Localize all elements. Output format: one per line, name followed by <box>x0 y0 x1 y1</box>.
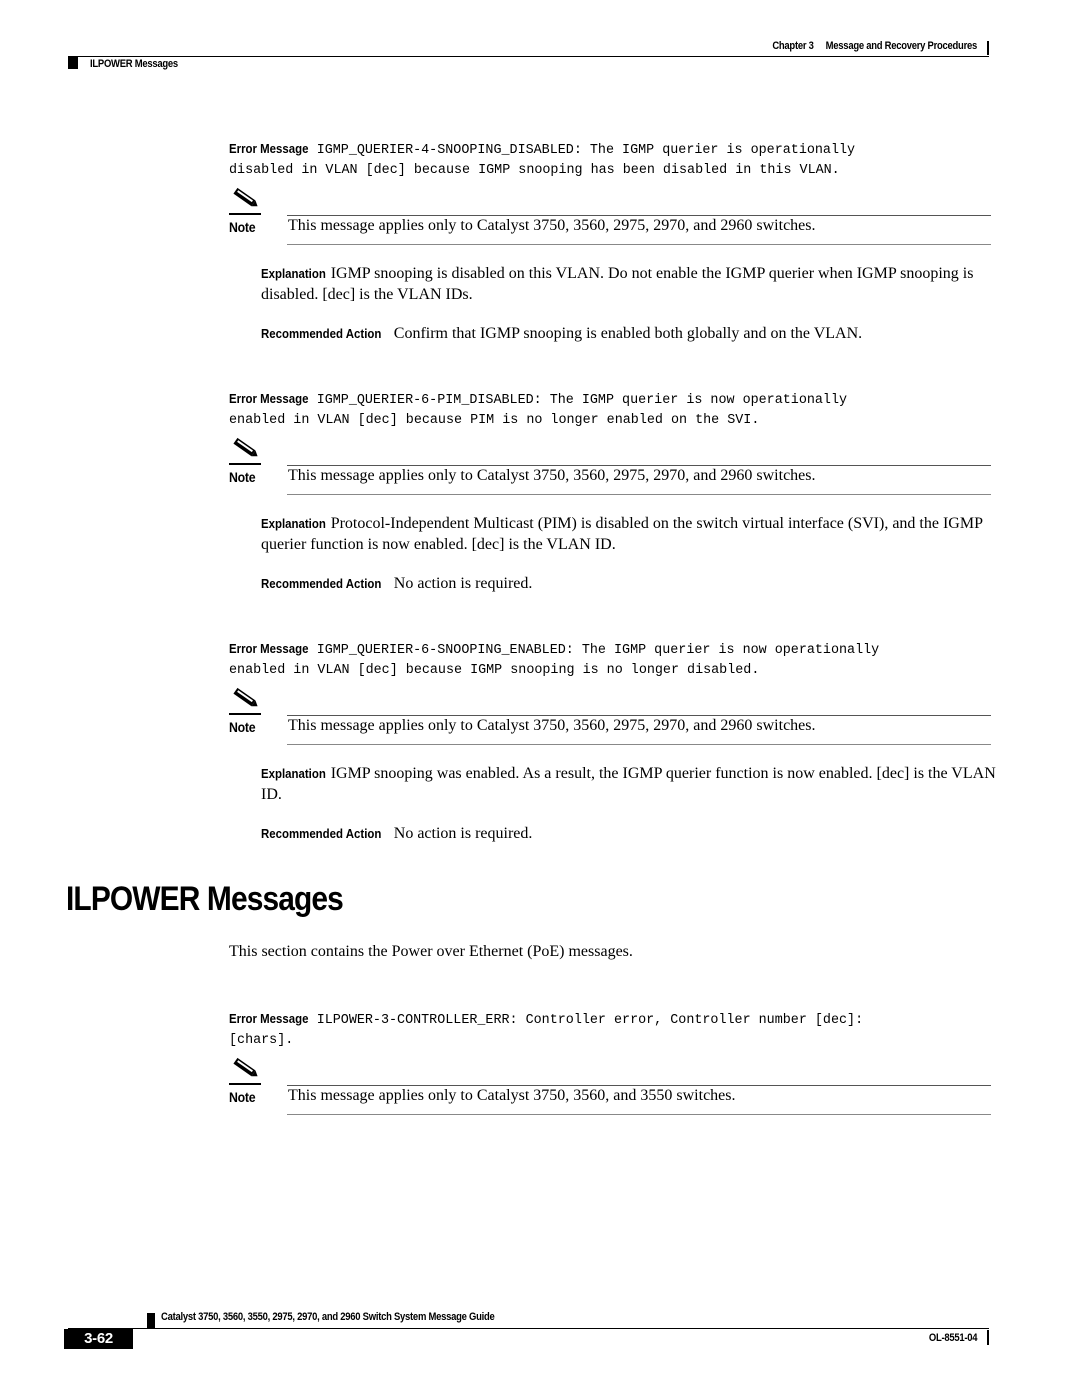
error-message-code: IGMP_QUERIER-6-SNOOPING_ENABLED: The IGM… <box>316 643 880 658</box>
note-rule-top <box>287 215 991 216</box>
note-rule-bottom <box>287 494 991 495</box>
running-header-section: ILPOWER Messages <box>90 58 178 70</box>
error-message-label: Error Message <box>229 141 309 156</box>
note-rule-bottom <box>287 1114 991 1115</box>
page-number: 3-62 <box>64 1329 133 1349</box>
error-message-code-cont: disabled in VLAN [dec] because IGMP snoo… <box>229 163 840 178</box>
footer-guide-title: Catalyst 3750, 3560, 3550, 2975, 2970, a… <box>161 1311 495 1323</box>
error-message-block: Error Message IGMP_QUERIER-6-SNOOPING_EN… <box>229 639 999 681</box>
recommended-action-text: Confirm that IGMP snooping is enabled bo… <box>393 325 863 342</box>
error-message-label: Error Message <box>229 391 309 406</box>
pencil-note-icon <box>229 187 261 215</box>
error-message-code-cont: [chars]. <box>229 1033 294 1048</box>
note-block: Note This message applies only to Cataly… <box>229 186 991 246</box>
recommended-action-label: Recommended Action <box>261 826 382 841</box>
note-rule-bottom <box>287 244 991 245</box>
footer-marker <box>147 1313 155 1328</box>
note-block: Note This message applies only to Cataly… <box>229 1056 991 1116</box>
error-message-label: Error Message <box>229 1011 309 1026</box>
explanation-block: Explanation IGMP snooping is disabled on… <box>261 263 996 305</box>
error-message-block: Error Message IGMP_QUERIER-6-PIM_DISABLE… <box>229 389 999 431</box>
note-label: Note <box>229 469 256 485</box>
section-intro: This section contains the Power over Eth… <box>229 943 633 960</box>
note-rule-top <box>287 1085 991 1086</box>
note-rule-top <box>287 465 991 466</box>
error-message-code-cont: enabled in VLAN [dec] because PIM is no … <box>229 413 760 428</box>
explanation-text: Protocol-Independent Multicast (PIM) is … <box>261 515 983 553</box>
error-message-label: Error Message <box>229 641 309 656</box>
error-message-code-cont: enabled in VLAN [dec] because IGMP snoop… <box>229 663 760 678</box>
document-id: OL-8551-04 <box>928 1332 978 1344</box>
pencil-note-icon <box>229 687 261 715</box>
chapter-title: Message and Recovery Procedures <box>825 40 978 52</box>
note-text: This message applies only to Catalyst 37… <box>288 1087 736 1104</box>
pencil-note-icon <box>229 1057 261 1085</box>
note-block: Note This message applies only to Cataly… <box>229 436 991 496</box>
note-label: Note <box>229 719 256 735</box>
error-message-code: ILPOWER-3-CONTROLLER_ERR: Controller err… <box>316 1013 864 1028</box>
footer-rule <box>68 1328 989 1329</box>
error-message-code: IGMP_QUERIER-4-SNOOPING_DISABLED: The IG… <box>316 143 856 158</box>
section-title: ILPOWER Messages <box>66 880 344 918</box>
note-label: Note <box>229 219 256 235</box>
header-rule <box>68 56 989 57</box>
error-message-block: Error Message ILPOWER-3-CONTROLLER_ERR: … <box>229 1009 999 1051</box>
recommended-action-label: Recommended Action <box>261 576 382 591</box>
recommended-action-block: Recommended Action No action is required… <box>261 823 996 844</box>
note-text: This message applies only to Catalyst 37… <box>288 217 816 234</box>
note-text: This message applies only to Catalyst 37… <box>288 467 816 484</box>
explanation-label: Explanation <box>261 516 326 531</box>
recommended-action-block: Recommended Action Confirm that IGMP sno… <box>261 323 996 344</box>
explanation-label: Explanation <box>261 766 326 781</box>
explanation-block: Explanation IGMP snooping was enabled. A… <box>261 763 996 805</box>
explanation-block: Explanation Protocol-Independent Multica… <box>261 513 996 555</box>
header-marker <box>68 57 78 69</box>
note-text: This message applies only to Catalyst 37… <box>288 717 816 734</box>
note-block: Note This message applies only to Cataly… <box>229 686 991 746</box>
header-vertical-bar <box>987 41 989 55</box>
note-label: Note <box>229 1089 256 1105</box>
running-header-chapter: Chapter 3 Message and Recovery Procedures <box>772 40 977 52</box>
error-message-code: IGMP_QUERIER-6-PIM_DISABLED: The IGMP qu… <box>316 393 848 408</box>
explanation-label: Explanation <box>261 266 326 281</box>
note-rule-top <box>287 715 991 716</box>
footer-vertical-bar <box>987 1330 989 1345</box>
recommended-action-text: No action is required. <box>393 575 533 592</box>
explanation-text: IGMP snooping is disabled on this VLAN. … <box>261 265 974 303</box>
pencil-note-icon <box>229 437 261 465</box>
recommended-action-text: No action is required. <box>393 825 533 842</box>
note-rule-bottom <box>287 744 991 745</box>
recommended-action-block: Recommended Action No action is required… <box>261 573 996 594</box>
recommended-action-label: Recommended Action <box>261 326 382 341</box>
explanation-text: IGMP snooping was enabled. As a result, … <box>261 765 996 803</box>
error-message-block: Error Message IGMP_QUERIER-4-SNOOPING_DI… <box>229 139 999 181</box>
chapter-number: Chapter 3 <box>772 40 814 52</box>
